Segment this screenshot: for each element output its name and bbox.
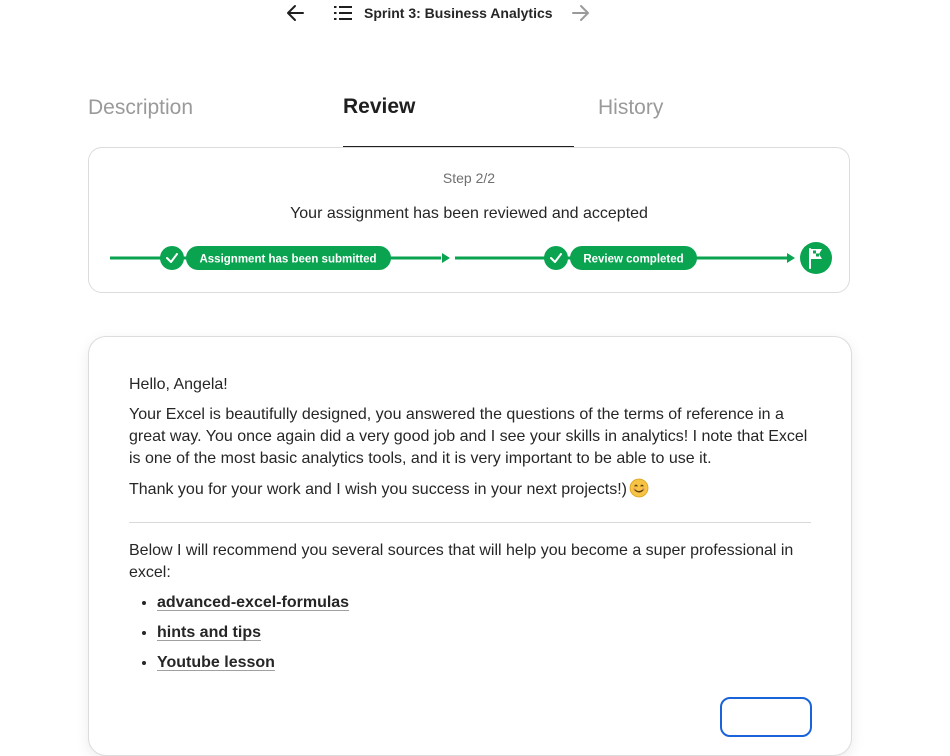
progress-tracker: Assignment has been submitted Review com… — [110, 242, 832, 274]
link-hints-and-tips[interactable]: hints and tips — [157, 624, 261, 641]
step-submitted-label: Assignment has been submitted — [199, 254, 376, 266]
list-item: advanced-excel-formulas — [157, 592, 813, 614]
smiling-face-icon — [629, 478, 649, 505]
step-review-label: Review completed — [583, 254, 683, 266]
finish-flag-icon — [800, 242, 832, 274]
step-counter: Step 2/2 — [442, 170, 496, 186]
action-button[interactable] — [720, 697, 812, 737]
back-arrow-icon[interactable] — [284, 2, 308, 24]
top-navigation: Sprint 3: Business Analytics — [0, 0, 950, 28]
greeting: Hello, Angela! — [129, 376, 228, 393]
tab-history[interactable]: History — [598, 88, 798, 146]
tab-review[interactable]: Review — [343, 88, 574, 148]
status-message: Your assignment has been reviewed and ac… — [290, 205, 648, 222]
check-icon — [160, 246, 184, 270]
tab-bar: Description Review History — [88, 88, 852, 148]
resource-list: advanced-excel-formulas hints and tips Y… — [129, 592, 813, 674]
review-status-card: Step 2/2 Your assignment has been review… — [88, 147, 850, 293]
progress-arrowhead-1 — [442, 253, 450, 263]
list-icon[interactable] — [333, 4, 353, 22]
list-item: hints and tips — [157, 622, 813, 644]
divider — [129, 522, 811, 523]
thanks-text: Thank you for your work and I wish you s… — [129, 481, 627, 498]
review-paragraph-2: Thank you for your work and I wish you s… — [129, 478, 813, 505]
check-icon — [544, 246, 568, 270]
sprint-title[interactable]: Sprint 3: Business Analytics — [364, 5, 553, 21]
list-item: Youtube lesson — [157, 652, 813, 674]
tab-description-label: Description — [88, 96, 194, 119]
link-youtube-lesson[interactable]: Youtube lesson — [157, 654, 275, 671]
review-paragraph-1: Your Excel is beautifully designed, you … — [129, 406, 808, 467]
tab-history-label: History — [598, 96, 664, 119]
tab-review-label: Review — [343, 95, 416, 118]
recommend-intro: Below I will recommend you several sourc… — [129, 542, 794, 581]
progress-arrowhead-2 — [787, 253, 795, 263]
review-text: Hello, Angela! Your Excel is beautifully… — [129, 374, 813, 682]
link-advanced-excel-formulas[interactable]: advanced-excel-formulas — [157, 594, 349, 611]
forward-arrow-icon[interactable] — [568, 2, 592, 24]
tab-description[interactable]: Description — [88, 88, 328, 146]
review-comment-card: Hello, Angela! Your Excel is beautifully… — [88, 336, 852, 756]
